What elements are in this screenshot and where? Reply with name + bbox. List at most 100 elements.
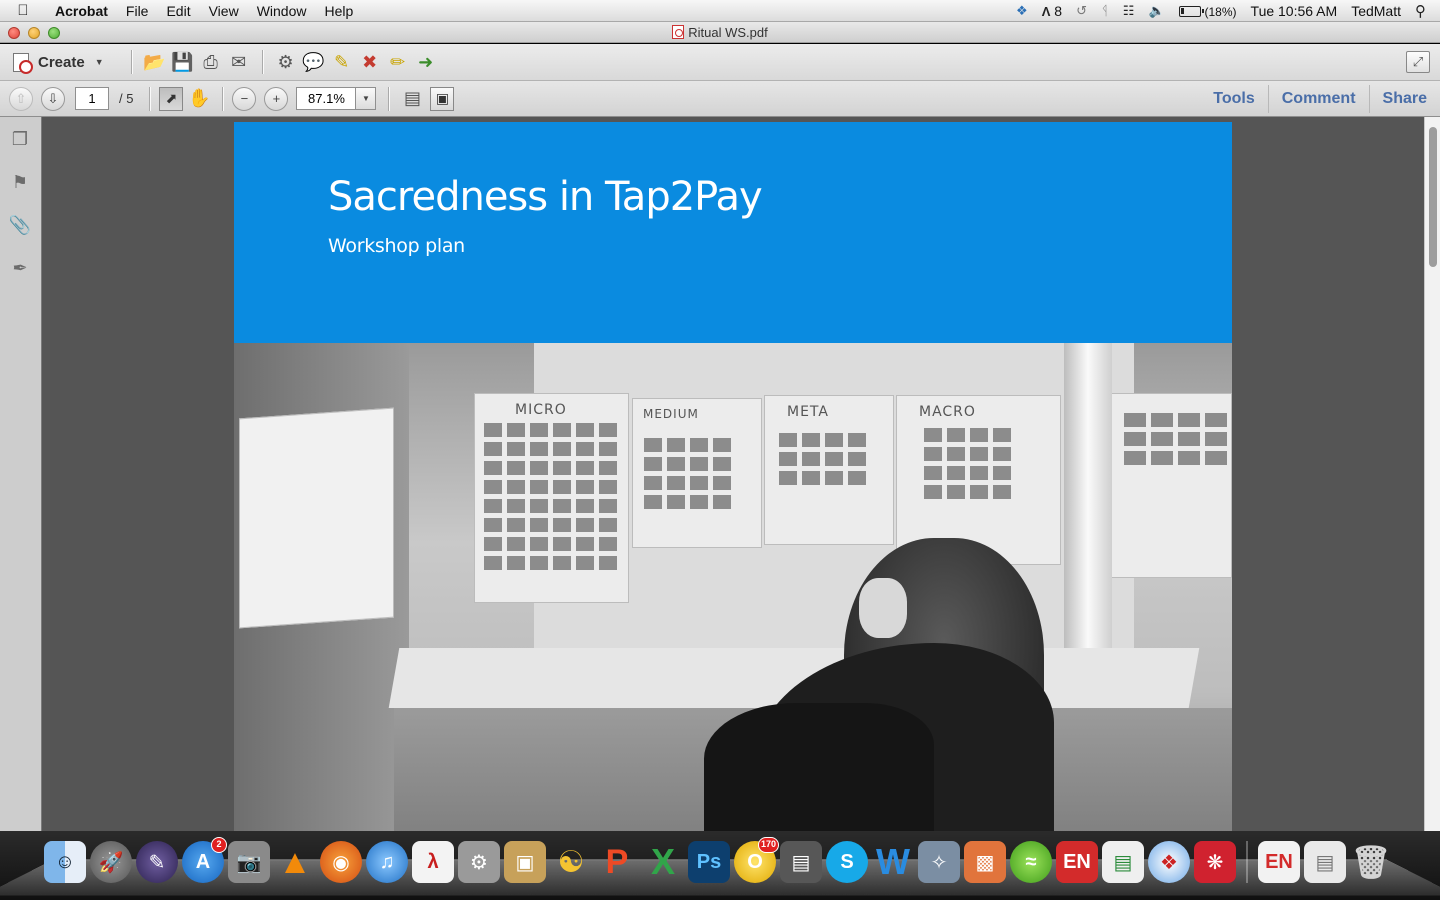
wifi-icon[interactable]: ☷ xyxy=(1123,3,1135,19)
main-toolbar: Create ▼ 📂 💾 ⎙ ✉ ⚙ 💬 ✎ ✖ ✏ ➜ ⤢ xyxy=(0,44,1440,81)
fit-width-icon[interactable]: ▤ xyxy=(398,86,426,112)
menu-view[interactable]: View xyxy=(200,0,248,22)
title-banner: Sacredness in Tap2Pay Workshop plan xyxy=(234,122,1232,343)
photo-label-medium: MEDIUM xyxy=(643,407,699,421)
window-title: Ritual WS.pdf xyxy=(0,22,1440,43)
battery-status[interactable]: (18%) xyxy=(1178,3,1237,19)
menu-app-name[interactable]: Acrobat xyxy=(46,0,117,22)
pdf-file-icon xyxy=(672,25,685,39)
cashbox-app-icon[interactable]: ▤ xyxy=(780,841,822,883)
vertical-scrollbar[interactable] xyxy=(1424,117,1440,831)
share-pane-link[interactable]: Share xyxy=(1368,84,1440,113)
next-page-button[interactable]: ⇩ xyxy=(41,86,65,111)
photo-notes xyxy=(644,438,731,509)
adobe-status[interactable]: Λ 8 xyxy=(1042,3,1062,19)
safari-icon[interactable]: ❖ xyxy=(1148,841,1190,883)
document-viewport[interactable]: Sacredness in Tap2Pay Workshop plan MICR… xyxy=(42,117,1424,831)
delete-icon[interactable]: ✖ xyxy=(356,49,384,75)
photo-label-micro: MICRO xyxy=(515,402,567,418)
menu-edit[interactable]: Edit xyxy=(157,0,199,22)
excel-icon[interactable]: X xyxy=(642,841,684,883)
sign-icon[interactable]: ✏ xyxy=(384,49,412,75)
presentation-app-icon[interactable]: P xyxy=(596,841,638,883)
evernote-web-icon[interactable]: EN xyxy=(1056,841,1098,883)
create-button[interactable]: Create ▼ xyxy=(10,51,122,74)
zoom-level-input[interactable] xyxy=(296,87,357,110)
network-app-icon[interactable]: ✧ xyxy=(918,841,960,883)
dock-divider xyxy=(1246,841,1248,883)
mail-app-icon[interactable]: ☯ xyxy=(550,841,592,883)
keynote-icon[interactable]: ▩ xyxy=(964,841,1006,883)
menu-help[interactable]: Help xyxy=(315,0,362,22)
zoom-out-button[interactable]: − xyxy=(232,86,257,111)
fullscreen-button[interactable]: ⤢ xyxy=(1406,51,1430,73)
arrow-up-icon: ⇧ xyxy=(15,90,27,106)
arrow-down-icon: ⇩ xyxy=(47,90,59,106)
facetime-icon[interactable]: 📷 xyxy=(228,841,270,883)
spotify-icon[interactable]: ≈ xyxy=(1010,841,1052,883)
bluetooth-icon[interactable]: ᛩ xyxy=(1101,3,1109,18)
launchpad-icon[interactable]: 🚀 xyxy=(90,841,132,883)
spotlight-search-icon[interactable]: ⚲ xyxy=(1415,2,1426,20)
documents-stack-icon[interactable]: ▤ xyxy=(1304,841,1346,883)
zoom-in-button[interactable]: + xyxy=(264,86,289,111)
outlook-badge: 170 xyxy=(757,837,779,853)
fit-page-icon: ▣ xyxy=(435,90,450,106)
save-icon[interactable]: 💾 xyxy=(169,49,197,75)
finder-icon[interactable]: ☺ xyxy=(44,841,86,883)
mendeley-icon[interactable]: ❋ xyxy=(1194,841,1236,883)
photo-app-icon[interactable]: ✎ xyxy=(136,841,178,883)
signatures-icon[interactable]: ✒ xyxy=(8,256,32,280)
skype-icon[interactable]: S xyxy=(826,841,868,883)
settings-icon[interactable]: ⚙ xyxy=(272,49,300,75)
acrobat-icon[interactable]: λ xyxy=(412,841,454,883)
scrollbar-thumb[interactable] xyxy=(1429,127,1437,267)
volume-icon[interactable]: 🔈 xyxy=(1148,3,1164,19)
evernote-doc-icon[interactable]: EN xyxy=(1258,841,1300,883)
pdf-page: Sacredness in Tap2Pay Workshop plan MICR… xyxy=(234,122,1232,831)
hand-tool-icon[interactable]: ✋ xyxy=(185,86,213,112)
export-icon[interactable]: ➜ xyxy=(412,49,440,75)
firefox-icon[interactable]: ◉ xyxy=(320,841,362,883)
system-preferences-icon[interactable]: ⚙ xyxy=(458,841,500,883)
time-machine-icon[interactable]: ↺ xyxy=(1076,3,1087,19)
fit-page-button[interactable]: ▣ xyxy=(430,86,455,111)
photoshop-icon[interactable]: Ps xyxy=(688,841,730,883)
select-tool-button[interactable]: ⬈ xyxy=(159,86,184,111)
page-thumbnails-icon[interactable]: ❐ xyxy=(8,127,32,151)
app-store-icon[interactable]: A2 xyxy=(182,837,227,883)
clock[interactable]: Tue 10:56 AM xyxy=(1251,3,1338,19)
open-icon[interactable]: 📂 xyxy=(141,49,169,75)
menu-window[interactable]: Window xyxy=(248,0,316,22)
word-icon[interactable]: W xyxy=(872,841,914,883)
photo-notes xyxy=(779,433,866,485)
iphoto-icon[interactable]: ▣ xyxy=(504,841,546,883)
bookmarks-icon[interactable]: ⚑ xyxy=(8,170,32,194)
comment-icon[interactable]: 💬 xyxy=(300,49,328,75)
apple-menu-icon[interactable]:  xyxy=(0,2,46,19)
page-total: / 5 xyxy=(119,91,134,106)
cursor-icon: ⬈ xyxy=(165,90,178,106)
create-pdf-icon xyxy=(10,51,33,74)
previous-page-button[interactable]: ⇧ xyxy=(9,86,33,111)
sticky-note-icon[interactable]: ✎ xyxy=(328,49,356,75)
dropbox-icon[interactable]: ❖ xyxy=(1016,3,1028,19)
trash-icon[interactable]: 🗑 xyxy=(1350,841,1392,883)
comment-pane-link[interactable]: Comment xyxy=(1267,84,1369,113)
menu-file[interactable]: File xyxy=(117,0,158,22)
attachments-icon[interactable]: 📎 xyxy=(8,213,32,237)
itunes-icon[interactable]: ♫ xyxy=(366,841,408,883)
page-number-input[interactable] xyxy=(75,87,109,110)
print-icon[interactable]: ⎙ xyxy=(197,49,225,75)
task-pane-links: Tools Comment Share xyxy=(1200,81,1440,116)
tools-pane-link[interactable]: Tools xyxy=(1200,85,1267,113)
outlook-icon[interactable]: O 170 xyxy=(734,837,779,883)
vlc-icon[interactable]: ▲ xyxy=(274,841,316,883)
numbers-icon[interactable]: ▤ xyxy=(1102,841,1144,883)
dock-icons: ☺ 🚀 ✎ A2 📷 ▲ ◉ ♫ λ ⚙ ▣ ☯ P X Ps O 170 ▤ S… xyxy=(44,837,1392,883)
toolbar-divider xyxy=(149,86,151,111)
email-icon[interactable]: ✉ xyxy=(225,49,253,75)
zoom-dropdown-button[interactable]: ▼ xyxy=(356,87,377,110)
chevron-down-icon: ▼ xyxy=(94,57,104,67)
user-name[interactable]: TedMatt xyxy=(1351,3,1401,19)
